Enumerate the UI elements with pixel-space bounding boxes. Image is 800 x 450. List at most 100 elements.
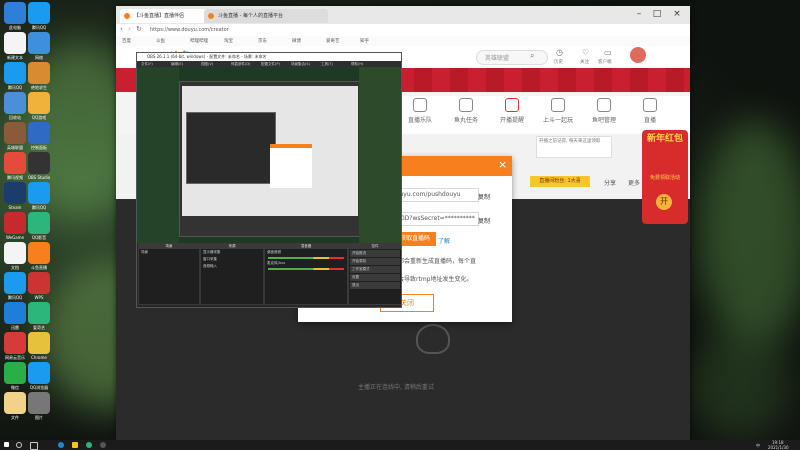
avatar[interactable] [630, 47, 646, 63]
desktop-app-icon[interactable] [28, 242, 50, 264]
desktop-icon-grid: 此电脑 腾讯QQ 新建文本 网络 腾讯QQ 绝地求生 回收站 QQ游戏 英雄联盟 控制面板 腾讯视频… [0, 0, 50, 430]
desktop-app-icon[interactable] [28, 302, 50, 324]
gift-tag[interactable]: 直播间粉丝: 1大喜 [530, 176, 590, 187]
more-button[interactable]: 更多 [628, 178, 640, 187]
desktop-app-icon[interactable] [4, 62, 26, 84]
desktop-app-icon[interactable] [28, 122, 50, 144]
learn-more-link[interactable]: 了解 [438, 236, 450, 245]
desktop-app-icon[interactable] [28, 212, 50, 234]
tray-language[interactable]: 中 [756, 443, 760, 449]
preview-right-strip [359, 67, 401, 243]
bookmark-item[interactable]: 京东 [258, 38, 267, 44]
desktop-app-icon[interactable] [28, 92, 50, 114]
start-icon[interactable] [4, 442, 9, 447]
desktop-app-icon[interactable] [4, 152, 26, 174]
offline-illustration [416, 324, 450, 354]
client-icon[interactable]: ▭ [604, 48, 612, 57]
history-icon[interactable]: ◷ [556, 48, 563, 57]
desktop-app-icon[interactable] [28, 362, 50, 384]
desktop-app-icon[interactable] [28, 62, 50, 84]
obs-taskbar-icon[interactable] [100, 442, 106, 448]
desktop-app-icon[interactable] [4, 2, 26, 24]
desktop-app-icon[interactable] [4, 362, 26, 384]
url-text[interactable]: https://www.douyu.com/creator [150, 27, 229, 33]
bookmark-item[interactable]: 百度 [122, 38, 131, 44]
desktop-app-icon[interactable] [28, 272, 50, 294]
scenes-dock: 场景 场景 [138, 243, 200, 305]
desktop-app-icon[interactable] [28, 332, 50, 354]
bookmark-item[interactable]: 哔哩哔哩 [190, 38, 208, 44]
obs-window[interactable]: OBS 26.1.1 (64-bit, windows) - 配置文件: 未命名… [136, 52, 402, 308]
desktop-app-icon[interactable] [4, 122, 26, 144]
forward-icon[interactable]: › [128, 25, 131, 33]
desktop-app-icon[interactable] [28, 2, 50, 24]
maximize-button[interactable]: □ [650, 8, 664, 20]
refresh-icon[interactable]: ↻ [136, 25, 142, 33]
task-view-icon[interactable] [30, 442, 38, 450]
client-label: 客户端 [598, 60, 612, 65]
task-item[interactable]: 开播提醒 [492, 96, 532, 124]
desktop-app-icon[interactable] [4, 212, 26, 234]
bookmark-item[interactable]: 微博 [292, 38, 301, 44]
settings-button[interactable]: 设置 [350, 274, 400, 281]
desktop-app-icon[interactable] [4, 302, 26, 324]
background-blur [700, 120, 800, 350]
scene-item[interactable]: 场景 [139, 249, 199, 256]
task-item[interactable]: 直播乐队 [400, 96, 440, 124]
browser-taskbar-icon[interactable] [86, 442, 92, 448]
desktop-app-icon[interactable] [4, 272, 26, 294]
new-year-red-envelope[interactable]: 新年红包 免费领取活动 开 [642, 130, 688, 224]
volume-meter[interactable] [268, 257, 344, 259]
copy-server-button[interactable]: 复制 [478, 192, 490, 201]
desktop-app-icon[interactable] [28, 392, 50, 414]
edge-icon[interactable] [58, 442, 64, 448]
dialog-close-icon[interactable]: × [498, 158, 507, 171]
desktop-app-icon[interactable] [4, 182, 26, 204]
desktop-app-icon[interactable] [4, 392, 26, 414]
desktop-app-icon[interactable] [28, 32, 50, 54]
minimize-button[interactable]: – [632, 8, 646, 20]
search-icon[interactable] [16, 442, 22, 448]
desktop-app-icon[interactable] [4, 32, 26, 54]
task-item[interactable]: 直播 [630, 96, 670, 124]
bookmark-item[interactable]: 知乎 [360, 38, 369, 44]
studio-mode-button[interactable]: 工作室模式 [350, 266, 400, 273]
close-button[interactable]: × [670, 8, 684, 20]
source-item[interactable]: 窗口采集 [201, 256, 263, 263]
tab-inactive[interactable]: 斗鱼直播 - 每个人的直播平台 [204, 9, 328, 23]
share-button[interactable]: 分享 [604, 178, 616, 187]
bookmark-item[interactable]: 斗鱼 [156, 38, 165, 44]
tab-active[interactable]: 【斗鱼直播】直播伴侣 [120, 9, 216, 23]
exit-button[interactable]: 退出 [350, 282, 400, 289]
desktop-app-icon[interactable] [28, 152, 50, 174]
back-icon[interactable]: ‹ [120, 25, 123, 33]
bookmark-item[interactable]: 爱奇艺 [326, 38, 340, 44]
start-recording-button[interactable]: 开始录制 [350, 258, 400, 265]
start-streaming-button[interactable]: 开始推流 [350, 250, 400, 257]
envelope-open-button[interactable]: 开 [656, 194, 672, 210]
volume-meter[interactable] [268, 268, 344, 270]
search-icon[interactable]: ⌕ [530, 51, 534, 61]
search-input[interactable]: 英雄联盟 [476, 50, 548, 65]
desktop-app-icon[interactable] [4, 92, 26, 114]
clock-date[interactable]: 2021/1/30 [768, 445, 789, 450]
envelope-claim: 免费领取活动 [649, 175, 680, 181]
desktop-app-label: QQ浏览器 [29, 385, 49, 390]
background-blur [690, 330, 790, 440]
desktop-app-label: 图片 [35, 415, 43, 420]
desktop-app-icon[interactable] [28, 182, 50, 204]
source-item[interactable]: 音频输入 [201, 263, 263, 270]
obs-preview[interactable] [137, 67, 401, 243]
copy-key-button[interactable]: 复制 [478, 216, 490, 225]
bookmark-item[interactable]: 淘宝 [224, 38, 233, 44]
task-item[interactable]: 鱼丸任务 [446, 96, 486, 124]
task-label: 直播乐队 [407, 117, 432, 124]
task-item[interactable]: 鱼吧管理 [584, 96, 624, 124]
desktop-app-label: Chrome [31, 355, 47, 360]
source-item[interactable]: 显示器采集 [201, 249, 263, 256]
file-explorer-icon[interactable] [72, 442, 78, 448]
task-item[interactable]: 上斗一起玩 [538, 96, 578, 124]
desktop-app-icon[interactable] [4, 242, 26, 264]
follow-icon[interactable]: ♡ [582, 48, 589, 57]
desktop-app-icon[interactable] [4, 332, 26, 354]
